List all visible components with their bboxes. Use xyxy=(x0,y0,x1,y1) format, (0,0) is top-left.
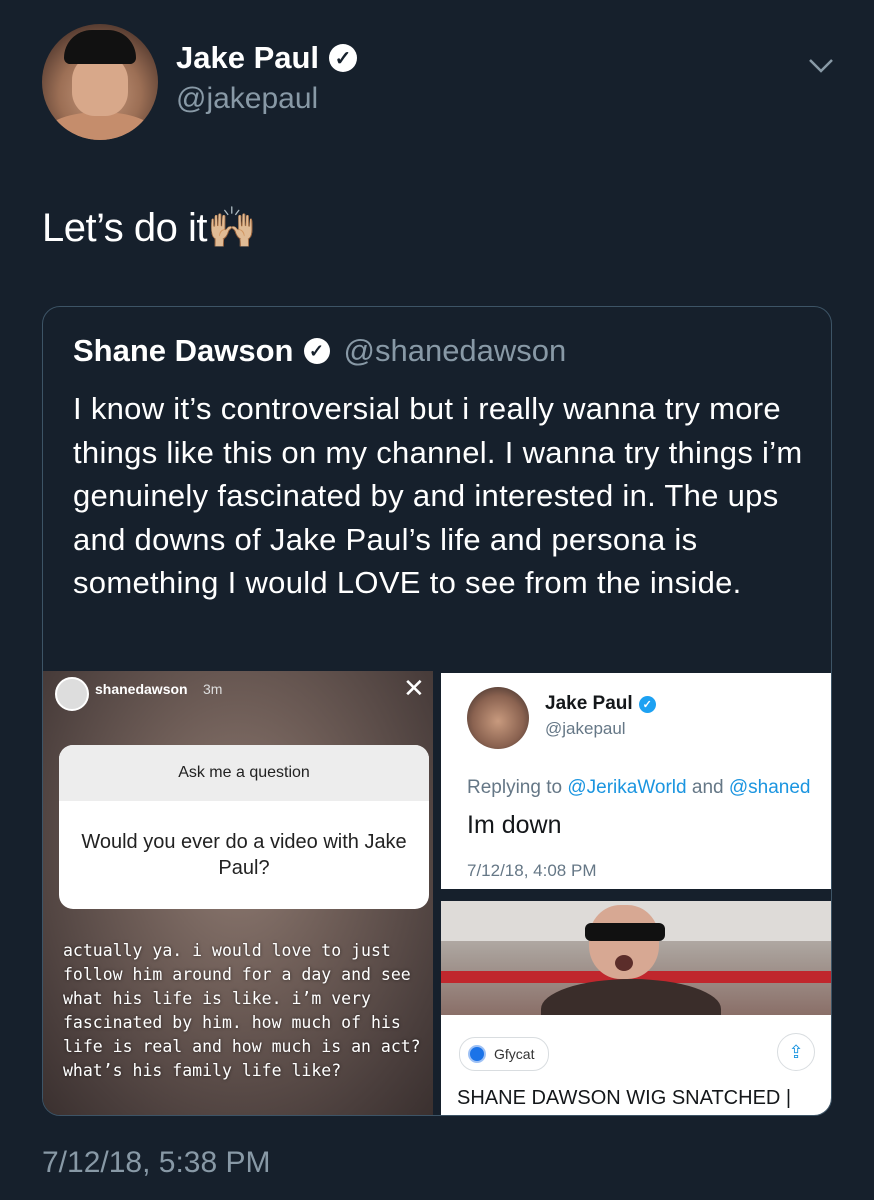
author-handle[interactable]: @jakepaul xyxy=(176,82,318,116)
question-sticker: Ask me a question Would you ever do a vi… xyxy=(59,745,429,909)
instagram-story-image[interactable]: shanedawson 3m ✕ Ask me a question Would… xyxy=(43,671,433,1115)
quoted-tweet-text: I know it’s controversial but i really w… xyxy=(73,391,803,600)
reply-screenshot-image[interactable]: Jake Paul ✓ @jakepaul Replying to @Jerik… xyxy=(441,673,831,889)
gif-title: SHANE DAWSON WIG SNATCHED | xyxy=(457,1087,792,1109)
gif-link-card-image[interactable]: Gfycat ⇪ SHANE DAWSON WIG SNATCHED | xyxy=(441,901,831,1115)
close-icon: ✕ xyxy=(403,673,425,703)
question-sticker-text: Would you ever do a video with Jake Paul… xyxy=(81,831,407,879)
gfycat-badge: Gfycat xyxy=(459,1037,550,1071)
author-name[interactable]: Jake Paul xyxy=(176,40,319,76)
author-name-row[interactable]: Jake Paul ✓ xyxy=(176,40,358,76)
share-icon: ⇪ xyxy=(777,1033,815,1071)
quoted-author-handle: @shanedawson xyxy=(343,333,567,368)
verified-icon: ✓ xyxy=(303,338,330,364)
avatar-face xyxy=(72,56,128,116)
story-avatar xyxy=(55,677,89,711)
tweet-text: Let’s do it🙌🏼 xyxy=(42,206,257,250)
story-answer-text: actually ya. i would love to just follow… xyxy=(63,941,421,1080)
reply-author-handle: @jakepaul xyxy=(545,719,626,738)
reply-author-name: Jake Paul xyxy=(545,693,633,714)
verified-icon: ✓ xyxy=(638,695,656,713)
gif-thumbnail xyxy=(441,901,831,1015)
author-avatar[interactable] xyxy=(42,24,158,140)
verified-icon: ✓ xyxy=(329,44,358,72)
gif-person-mouth xyxy=(615,955,633,971)
reply-text: Im down xyxy=(467,811,562,839)
quoted-tweet-header: Shane Dawson ✓ @shanedawson xyxy=(73,333,566,369)
reply-avatar xyxy=(467,687,529,749)
gfycat-label: Gfycat xyxy=(494,1046,535,1062)
avatar-cap xyxy=(64,30,136,64)
replying-to-and: and xyxy=(686,777,729,798)
replying-to-prefix: Replying to xyxy=(467,777,568,798)
gif-person-body xyxy=(541,979,721,1015)
tweet-timestamp[interactable]: 7/12/18, 5:38 PM xyxy=(42,1146,271,1180)
replying-to-user: @shaned xyxy=(728,777,811,798)
quoted-author-name: Shane Dawson xyxy=(73,333,294,368)
question-sticker-title: Ask me a question xyxy=(59,745,429,801)
gif-person xyxy=(541,905,721,1015)
story-time: 3m xyxy=(203,681,223,697)
gfycat-icon xyxy=(468,1045,486,1063)
avatar-shoulders xyxy=(46,112,154,140)
sunglasses xyxy=(585,923,665,941)
quoted-tweet-card[interactable]: Shane Dawson ✓ @shanedawson I know it’s … xyxy=(42,306,832,1116)
replying-to-line: Replying to @JerikaWorld and @shaned xyxy=(467,777,810,799)
story-username: shanedawson xyxy=(95,681,188,697)
reply-name-row: Jake Paul ✓ xyxy=(545,693,656,715)
reply-date: 7/12/18, 4:08 PM xyxy=(467,861,597,880)
replying-to-user: @JerikaWorld xyxy=(567,777,687,798)
chevron-down-icon[interactable] xyxy=(806,50,836,80)
